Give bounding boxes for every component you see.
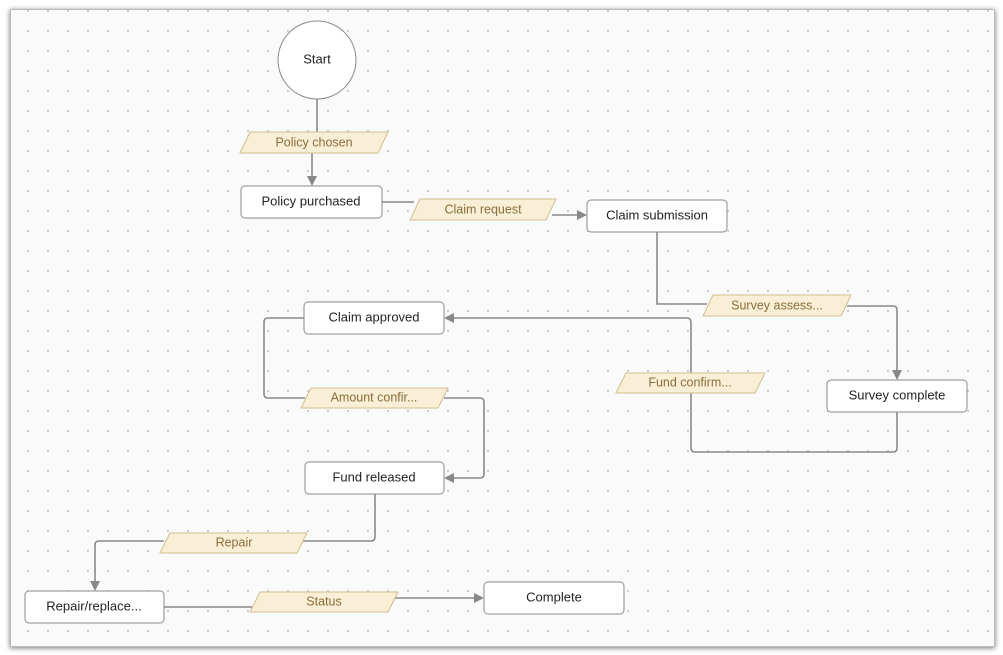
- state-fund-released[interactable]: Fund released: [304, 461, 445, 495]
- state-label: Fund released: [332, 469, 415, 484]
- transition-label: Claim request: [444, 202, 522, 216]
- state-label: Survey complete: [849, 387, 946, 402]
- transition-label: Policy chosen: [275, 135, 352, 149]
- state-label: Complete: [526, 589, 582, 604]
- state-repair-replace[interactable]: Repair/replace...: [24, 590, 165, 624]
- state-claim-approved[interactable]: Claim approved: [303, 301, 445, 335]
- edge-fund-released-repair[interactable]: [303, 494, 376, 542]
- state-label: Start: [303, 51, 331, 66]
- state-label: Repair/replace...: [46, 598, 141, 613]
- transition-label: Fund confirm...: [648, 375, 731, 389]
- edge-approved-amount-confirm[interactable]: [263, 317, 305, 399]
- transition-status[interactable]: Status: [249, 591, 399, 613]
- state-complete[interactable]: Complete: [483, 581, 625, 615]
- edge-fund-confirm-claim-approved[interactable]: [444, 313, 692, 373]
- state-policy-purchased[interactable]: Policy purchased: [240, 185, 383, 219]
- blueprint-diagram: Start Policy purchased Claim submission …: [24, 20, 968, 624]
- transition-label: Survey assess...: [731, 298, 823, 312]
- transition-policy-chosen[interactable]: Policy chosen: [239, 131, 389, 154]
- edge-amount-confirm-fund-released[interactable]: [444, 397, 485, 483]
- edge-repair-replace[interactable]: [90, 540, 164, 591]
- transition-repair[interactable]: Repair: [159, 532, 308, 554]
- transition-amount-confirm[interactable]: Amount confir...: [300, 387, 449, 409]
- edge-survey-assess-complete[interactable]: [847, 305, 902, 380]
- state-claim-submission[interactable]: Claim submission: [586, 199, 728, 233]
- state-label: Claim approved: [328, 309, 419, 324]
- state-label: Policy purchased: [262, 193, 361, 208]
- transition-label: Status: [306, 594, 341, 608]
- transition-claim-request[interactable]: Claim request: [409, 198, 557, 221]
- transition-label: Repair: [216, 535, 253, 549]
- state-label: Claim submission: [606, 207, 708, 222]
- transition-label: Amount confir...: [331, 390, 418, 404]
- transition-survey-assess[interactable]: Survey assess...: [702, 294, 852, 317]
- edge-submission-survey-assess[interactable]: [656, 232, 707, 305]
- transition-fund-confirm[interactable]: Fund confirm...: [615, 372, 766, 394]
- state-survey-complete[interactable]: Survey complete: [826, 379, 968, 413]
- state-start[interactable]: Start: [277, 20, 357, 100]
